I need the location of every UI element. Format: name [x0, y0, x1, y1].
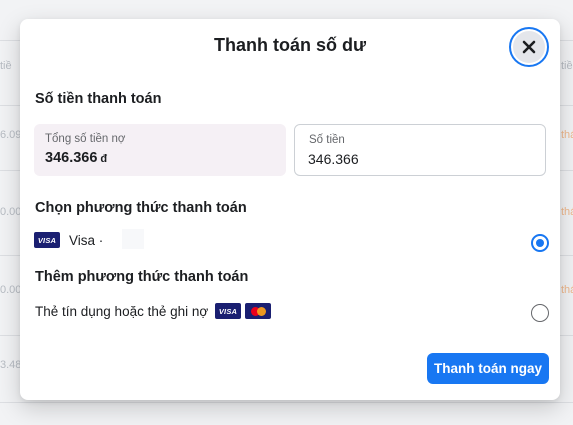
background-cell: 3.48: [0, 359, 22, 371]
background-cell: thá: [561, 129, 573, 141]
amount-input[interactable]: [308, 149, 528, 169]
background-cell: thá: [561, 284, 573, 296]
credit-debit-card-label: Thẻ tín dụng hoặc thẻ ghi nợ: [35, 304, 209, 319]
close-button[interactable]: [509, 27, 549, 67]
radio-selected-dot: [536, 239, 544, 247]
saved-card-radio[interactable]: [531, 234, 549, 252]
mastercard-orange-circle: [256, 306, 266, 316]
total-debt-label: Tổng số tiền nợ: [45, 133, 126, 145]
amount-field[interactable]: Số tiền: [294, 124, 546, 176]
background-cell: thá: [561, 206, 573, 218]
mastercard-icon: [245, 303, 271, 319]
close-icon: [522, 40, 536, 54]
dialog-title: Thanh toán số dư: [213, 35, 367, 55]
currency-symbol: đ: [100, 153, 108, 165]
pay-balance-dialog: Thanh toán số dư Số tiền thanh toán Tổng…: [20, 19, 560, 400]
background-cell: 0.00: [0, 284, 22, 296]
background-cell: tiề: [0, 60, 12, 72]
visa-card-icon: VISA: [34, 232, 60, 248]
masked-card-number: [122, 229, 144, 249]
total-debt-value: 346.366 đ: [45, 150, 107, 166]
total-debt-box: Tổng số tiền nợ 346.366 đ: [34, 124, 286, 176]
saved-card-label: Visa ·: [69, 233, 104, 248]
background-cell: 6.09: [0, 129, 22, 141]
new-card-radio[interactable]: [531, 304, 549, 322]
amount-label: Số tiền: [309, 134, 345, 146]
visa-icon: VISA: [215, 303, 241, 319]
background-cell: 0.00: [0, 206, 22, 218]
amount-section-heading: Số tiền thanh toán: [35, 91, 162, 107]
add-method-heading: Thêm phương thức thanh toán: [35, 269, 249, 285]
background-cell: tiề: [561, 60, 573, 72]
pay-now-button[interactable]: Thanh toán ngay: [427, 353, 549, 384]
total-debt-amount: 346.366: [45, 150, 98, 166]
choose-method-heading: Chọn phương thức thanh toán: [35, 200, 247, 216]
background-divider: [0, 402, 573, 403]
